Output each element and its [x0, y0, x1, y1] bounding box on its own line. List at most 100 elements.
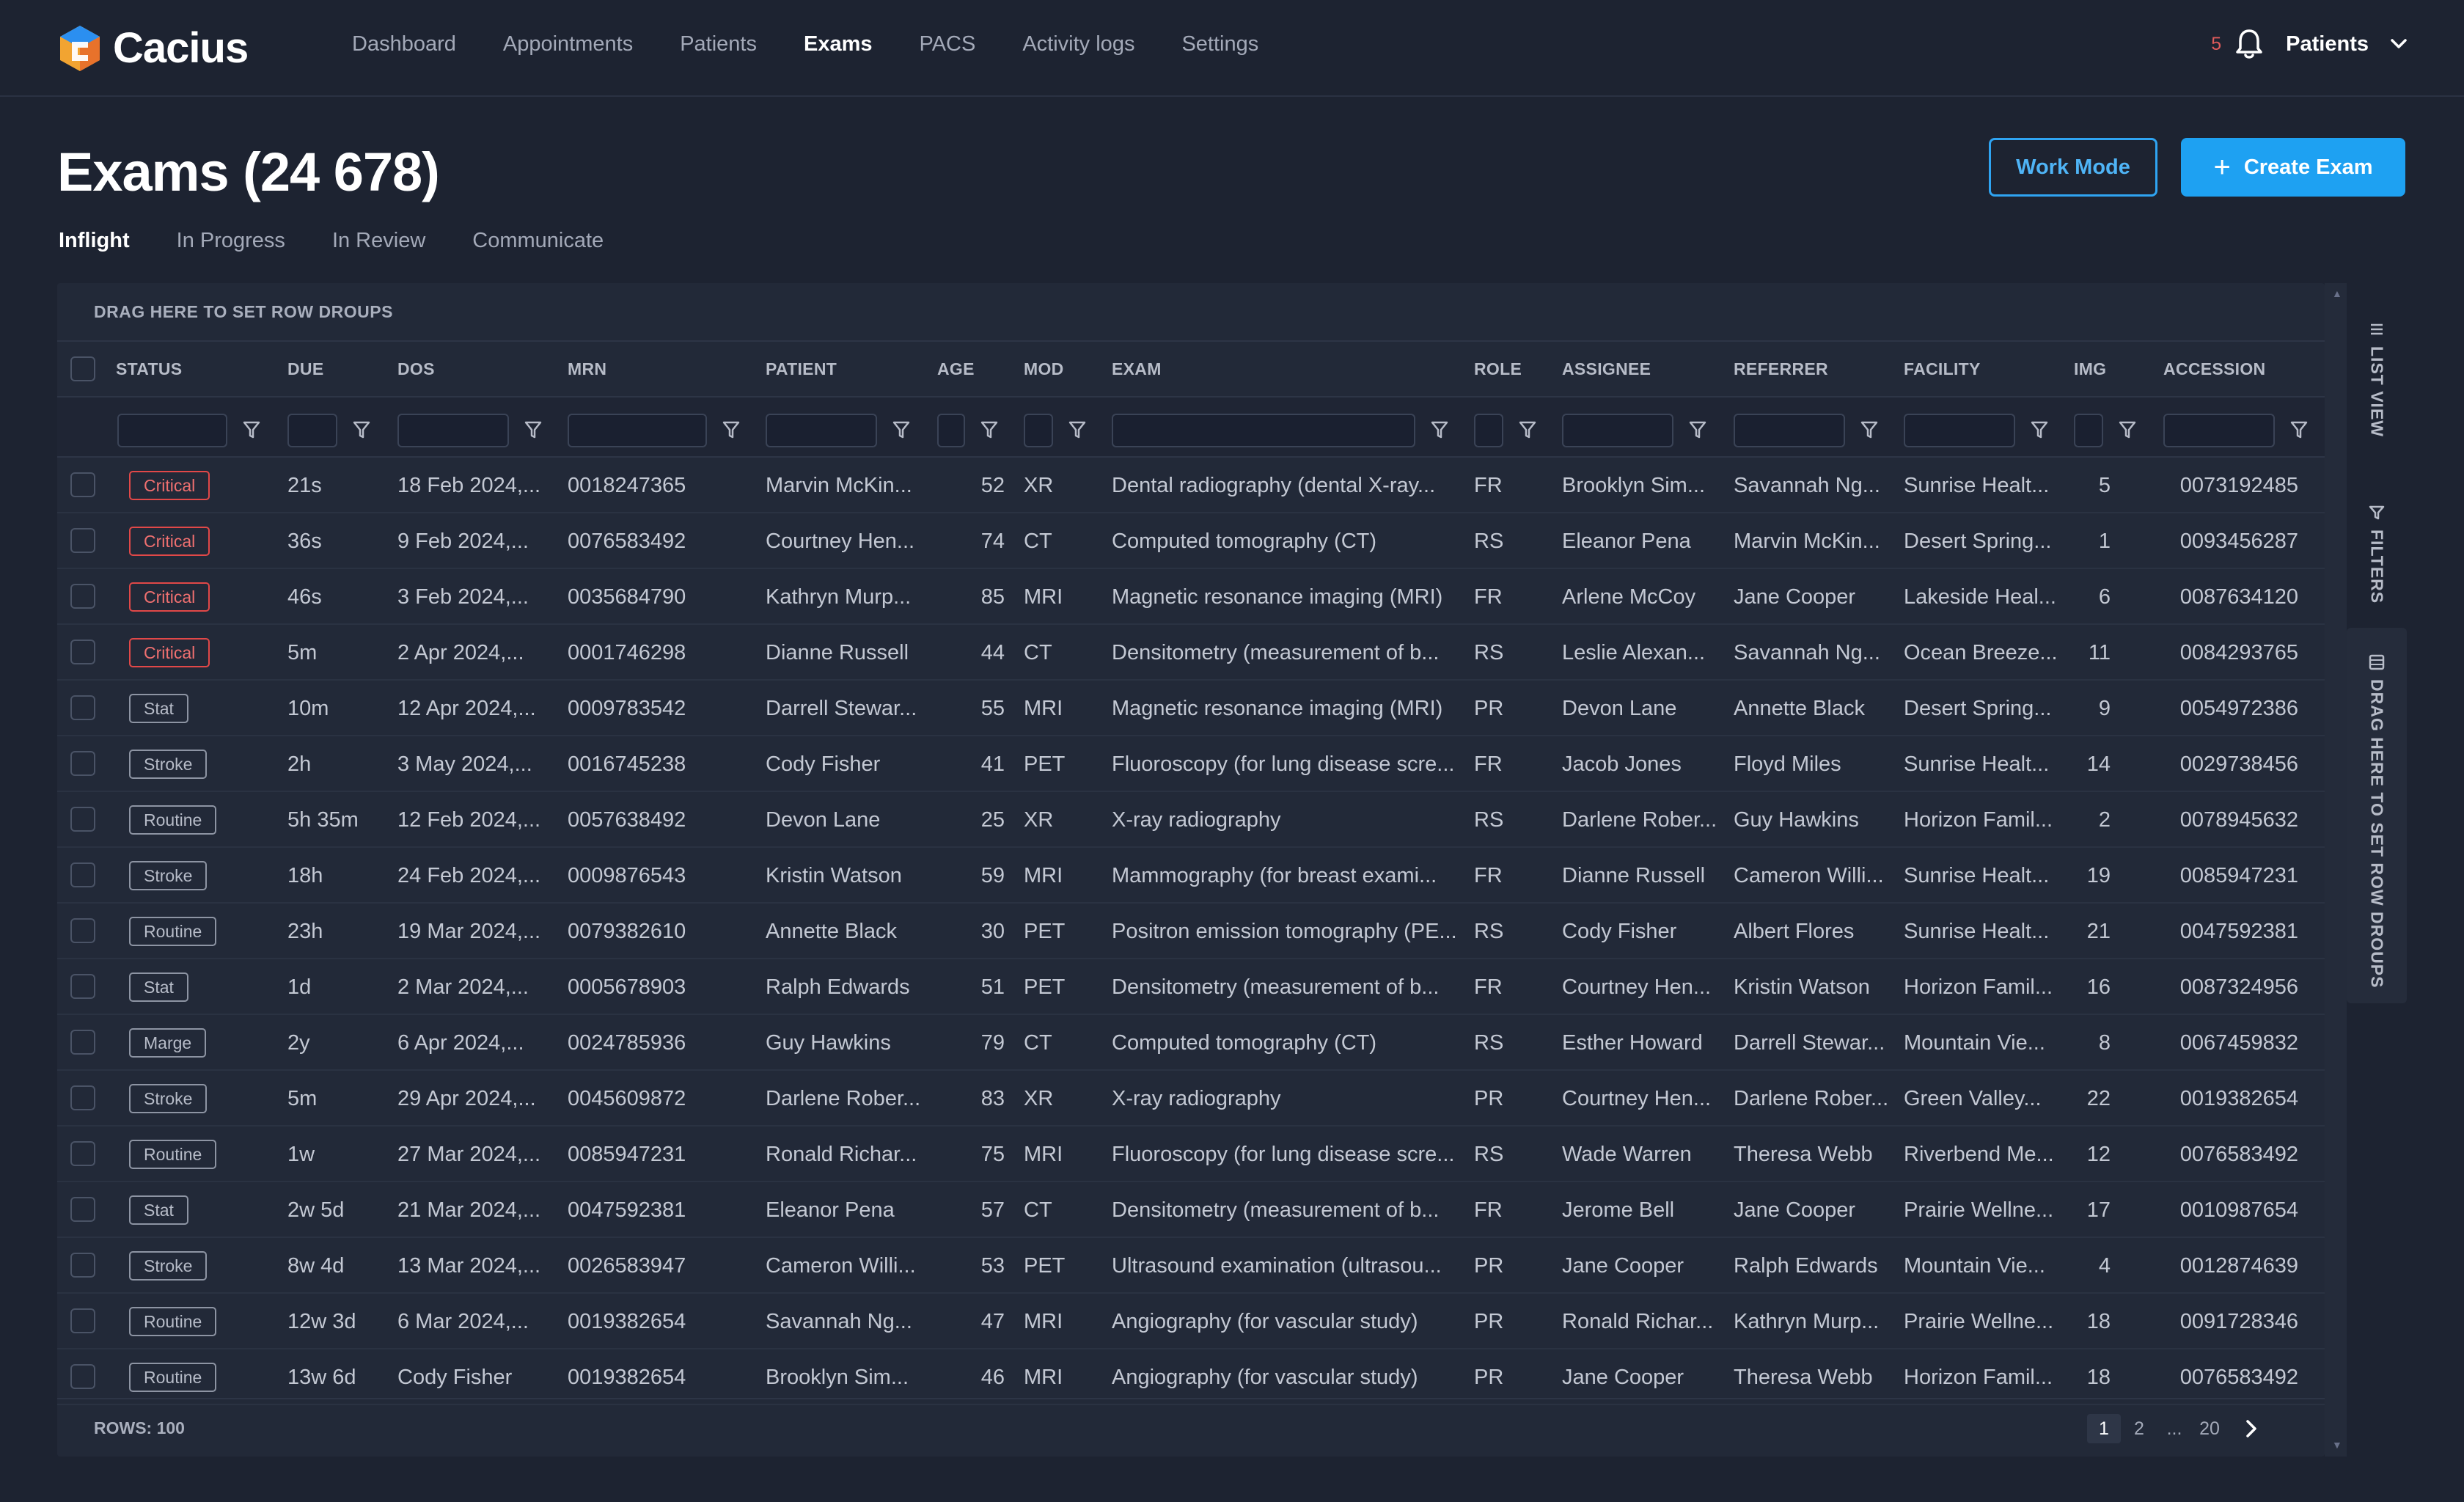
row-checkbox[interactable]	[70, 695, 95, 720]
row-checkbox[interactable]	[70, 1364, 95, 1389]
filter-input-patient[interactable]	[766, 414, 877, 447]
table-row[interactable]: Stroke 18h 24 Feb 2024,... 0009876543 Kristi…	[57, 848, 2325, 904]
filter-icon[interactable]	[2288, 418, 2310, 442]
table-row[interactable]: Stroke 8w 4d 13 Mar 2024,... 0026583947 Came…	[57, 1238, 2325, 1294]
table-row[interactable]: Stroke 2h 3 May 2024,... 0016745238 Cody Fis…	[57, 736, 2325, 792]
table-row[interactable]: Critical 5m 2 Apr 2024,... 0001746298 Dianne…	[57, 625, 2325, 681]
filter-input-assignee[interactable]	[1562, 414, 1673, 447]
table-row[interactable]: Routine 1w 27 Mar 2024,... 0085947231 Ronald…	[57, 1126, 2325, 1182]
side-filters-button[interactable]: FILTERS	[2347, 503, 2407, 604]
filter-input-facility[interactable]	[1904, 414, 2015, 447]
filter-input-role[interactable]	[1474, 414, 1503, 447]
table-row[interactable]: Stroke 5m 29 Apr 2024,... 0045609872 Darlene…	[57, 1071, 2325, 1126]
column-header-patient[interactable]: PATIENT	[766, 359, 837, 379]
filter-input-referrer[interactable]	[1734, 414, 1845, 447]
column-header-role[interactable]: ROLE	[1474, 359, 1522, 379]
column-header-mod[interactable]: MOD	[1024, 359, 1064, 379]
bell-icon[interactable]	[2234, 28, 2264, 60]
filter-input-dos[interactable]	[397, 414, 509, 447]
column-header-status[interactable]: STATUS	[116, 359, 182, 379]
row-checkbox[interactable]	[70, 1085, 95, 1110]
grid-scrollbar[interactable]: ▲ ▼	[2325, 283, 2347, 1457]
filter-icon[interactable]	[522, 418, 544, 442]
nav-patients[interactable]: Patients	[680, 32, 757, 56]
work-mode-button[interactable]: Work Mode	[1989, 138, 2157, 197]
side-row-group-dropzone[interactable]: DRAG HERE TO SET ROW DROUPS	[2347, 628, 2407, 1003]
filter-icon[interactable]	[2028, 418, 2050, 442]
side-list-view-button[interactable]: LIST VIEW	[2347, 320, 2407, 437]
create-exam-button[interactable]: + Create Exam	[2181, 138, 2405, 197]
filter-icon[interactable]	[1429, 418, 1451, 442]
filter-icon[interactable]	[720, 418, 742, 442]
row-checkbox[interactable]	[70, 751, 95, 776]
select-all-checkbox[interactable]	[70, 356, 95, 381]
nav-pacs[interactable]: PACS	[920, 32, 976, 56]
filter-input-exam[interactable]	[1112, 414, 1415, 447]
table-row[interactable]: Critical 46s 3 Feb 2024,... 0035684790 Kathr…	[57, 569, 2325, 625]
tab-communicate[interactable]: Communicate	[472, 229, 604, 253]
filter-icon[interactable]	[890, 418, 912, 442]
column-header-referrer[interactable]: REFERRER	[1734, 359, 1828, 379]
table-row[interactable]: Stat 2w 5d 21 Mar 2024,... 0047592381 Eleano…	[57, 1182, 2325, 1238]
row-checkbox[interactable]	[70, 1197, 95, 1222]
column-header-age[interactable]: AGE	[937, 359, 975, 379]
scroll-up-icon[interactable]: ▲	[2332, 287, 2342, 299]
filter-icon[interactable]	[241, 418, 263, 442]
tab-in-review[interactable]: In Review	[332, 229, 425, 253]
nav-dashboard[interactable]: Dashboard	[352, 32, 456, 56]
table-row[interactable]: Routine 12w 3d 6 Mar 2024,... 0019382654 Sav…	[57, 1294, 2325, 1349]
row-group-dropzone[interactable]: DRAG HERE TO SET ROW DROUPS	[57, 283, 2325, 342]
table-row[interactable]: Marge 2y 6 Apr 2024,... 0024785936 Guy Hawki…	[57, 1015, 2325, 1071]
brand-logo[interactable]: Cacius	[57, 23, 249, 73]
filter-input-status[interactable]	[117, 414, 227, 447]
filter-input-mod[interactable]	[1024, 414, 1053, 447]
nav-activity-logs[interactable]: Activity logs	[1022, 32, 1134, 56]
filter-input-age[interactable]	[937, 414, 965, 447]
row-checkbox[interactable]	[70, 918, 95, 943]
page-1[interactable]: 1	[2087, 1414, 2121, 1443]
filter-input-mrn[interactable]	[568, 414, 707, 447]
row-checkbox[interactable]	[70, 862, 95, 887]
table-row[interactable]: Routine 5h 35m 12 Feb 2024,... 0057638492 De…	[57, 792, 2325, 848]
filter-icon[interactable]	[1066, 418, 1088, 442]
row-checkbox[interactable]	[70, 974, 95, 999]
table-row[interactable]: Critical 21s 18 Feb 2024,... 0018247365 Marv…	[57, 458, 2325, 513]
filter-icon[interactable]	[1517, 418, 1539, 442]
row-checkbox[interactable]	[70, 1253, 95, 1278]
row-checkbox[interactable]	[70, 472, 95, 497]
table-row[interactable]: Routine 23h 19 Mar 2024,... 0079382610 Annet…	[57, 904, 2325, 959]
user-menu[interactable]: Patients	[2286, 32, 2369, 56]
column-header-facility[interactable]: FACILITY	[1904, 359, 1981, 379]
nav-appointments[interactable]: Appointments	[503, 32, 633, 56]
filter-icon[interactable]	[351, 418, 373, 442]
column-header-exam[interactable]: EXAM	[1112, 359, 1162, 379]
row-checkbox[interactable]	[70, 528, 95, 553]
table-row[interactable]: Critical 36s 9 Feb 2024,... 0076583492 Court…	[57, 513, 2325, 569]
column-header-accession[interactable]: ACCESSION	[2163, 359, 2265, 379]
tab-inflight[interactable]: Inflight	[59, 229, 130, 253]
table-row[interactable]: Routine 13w 6d Cody Fisher 0019382654 Brookl…	[57, 1349, 2325, 1405]
chevron-down-icon[interactable]	[2388, 33, 2410, 55]
table-row[interactable]: Stat 10m 12 Apr 2024,... 0009783542 Darrell …	[57, 681, 2325, 736]
column-header-dos[interactable]: DOS	[397, 359, 435, 379]
filter-icon[interactable]	[1858, 418, 1880, 442]
tab-in-progress[interactable]: In Progress	[177, 229, 285, 253]
page-2[interactable]: 2	[2122, 1414, 2156, 1443]
filter-input-accession[interactable]	[2163, 414, 2275, 447]
chevron-right-icon[interactable]	[2237, 1414, 2266, 1443]
row-checkbox[interactable]	[70, 807, 95, 832]
scroll-down-icon[interactable]: ▼	[2332, 1439, 2342, 1451]
page-20[interactable]: 20	[2193, 1414, 2226, 1443]
filter-icon[interactable]	[978, 418, 1000, 442]
row-checkbox[interactable]	[70, 584, 95, 609]
nav-settings[interactable]: Settings	[1181, 32, 1258, 56]
row-checkbox[interactable]	[70, 640, 95, 664]
column-header-assignee[interactable]: ASSIGNEE	[1562, 359, 1651, 379]
filter-icon[interactable]	[2116, 418, 2138, 442]
filter-input-due[interactable]	[287, 414, 337, 447]
nav-exams[interactable]: Exams	[804, 32, 873, 56]
filter-input-img[interactable]	[2074, 414, 2103, 447]
filter-icon[interactable]	[1687, 418, 1709, 442]
column-header-img[interactable]: IMG	[2074, 359, 2106, 379]
column-header-mrn[interactable]: MRN	[568, 359, 606, 379]
